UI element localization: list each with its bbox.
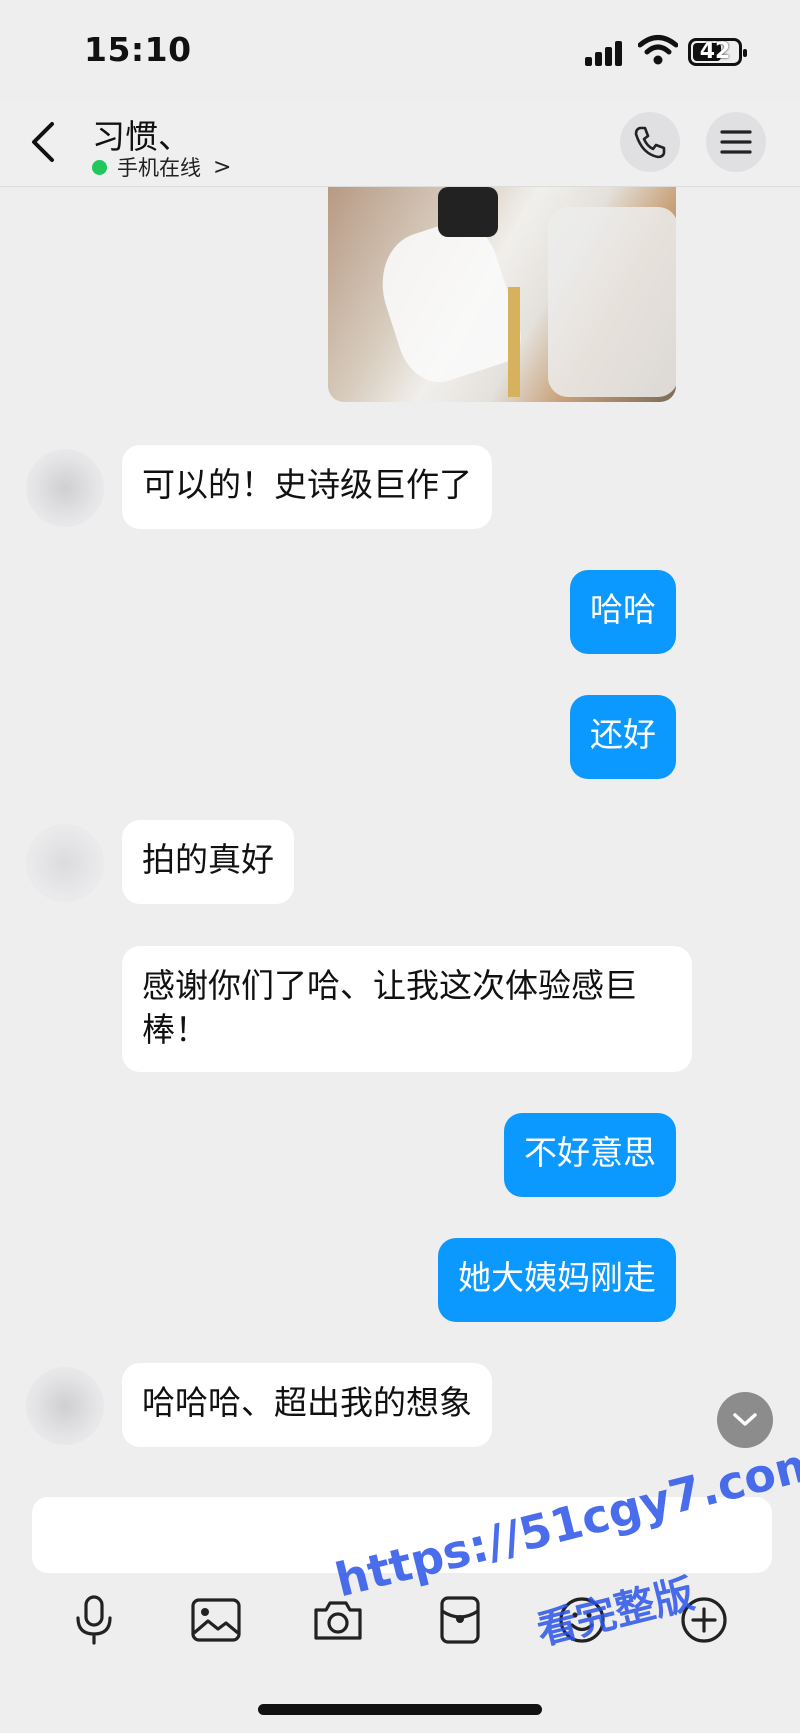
- battery-level: 42: [699, 39, 731, 64]
- mic-icon: [76, 1595, 112, 1645]
- chat-header: 习惯、 手机在线 >: [0, 100, 800, 187]
- online-status[interactable]: 手机在线 >: [92, 152, 231, 182]
- message-bubble-outgoing[interactable]: 哈哈: [570, 570, 676, 654]
- online-status-text: 手机在线: [117, 156, 201, 180]
- message-bubble-incoming[interactable]: 感谢你们了哈、让我这次体验感巨棒！: [122, 946, 692, 1072]
- battery-icon: 42: [688, 38, 747, 66]
- chevron-down-icon: [733, 1413, 757, 1426]
- menu-icon: [720, 130, 752, 154]
- message-bubble-incoming[interactable]: 拍的真好: [122, 820, 294, 904]
- message-list[interactable]: 可以的！史诗级巨作了 哈哈 还好 拍的真好 感谢你们了哈、让我这次体验感巨棒！ …: [0, 187, 800, 1477]
- avatar[interactable]: [26, 1367, 104, 1445]
- avatar[interactable]: [26, 824, 104, 902]
- red-packet-icon: [440, 1596, 480, 1644]
- message-bubble-outgoing[interactable]: 还好: [570, 695, 676, 779]
- back-arrow-icon[interactable]: [24, 116, 64, 168]
- phone-icon: [634, 126, 666, 159]
- status-bar: 15:10 42: [0, 0, 800, 100]
- message-bubble-incoming[interactable]: 可以的！史诗级巨作了: [122, 445, 492, 529]
- message-bubble-outgoing[interactable]: 不好意思: [504, 1113, 676, 1197]
- menu-button[interactable]: [706, 112, 766, 172]
- camera-icon: [314, 1601, 362, 1640]
- voice-button[interactable]: [64, 1590, 124, 1650]
- chevron-right-icon: >: [213, 154, 232, 180]
- contact-name[interactable]: 习惯、: [92, 110, 191, 158]
- status-time: 15:10: [84, 30, 192, 69]
- call-button[interactable]: [620, 112, 680, 172]
- home-indicator[interactable]: [258, 1704, 542, 1715]
- image-button[interactable]: [186, 1590, 246, 1650]
- red-packet-button[interactable]: [430, 1590, 490, 1650]
- message-bubble-outgoing[interactable]: 她大姨妈刚走: [438, 1238, 676, 1322]
- avatar[interactable]: [26, 449, 104, 527]
- signal-icon: [585, 40, 625, 66]
- image-message[interactable]: [328, 187, 676, 402]
- message-bubble-incoming[interactable]: 哈哈哈、超出我的想象: [122, 1363, 492, 1447]
- scroll-to-bottom-button[interactable]: [717, 1392, 773, 1448]
- online-dot-icon: [92, 159, 107, 175]
- image-icon: [191, 1598, 241, 1642]
- wifi-icon: [638, 35, 678, 65]
